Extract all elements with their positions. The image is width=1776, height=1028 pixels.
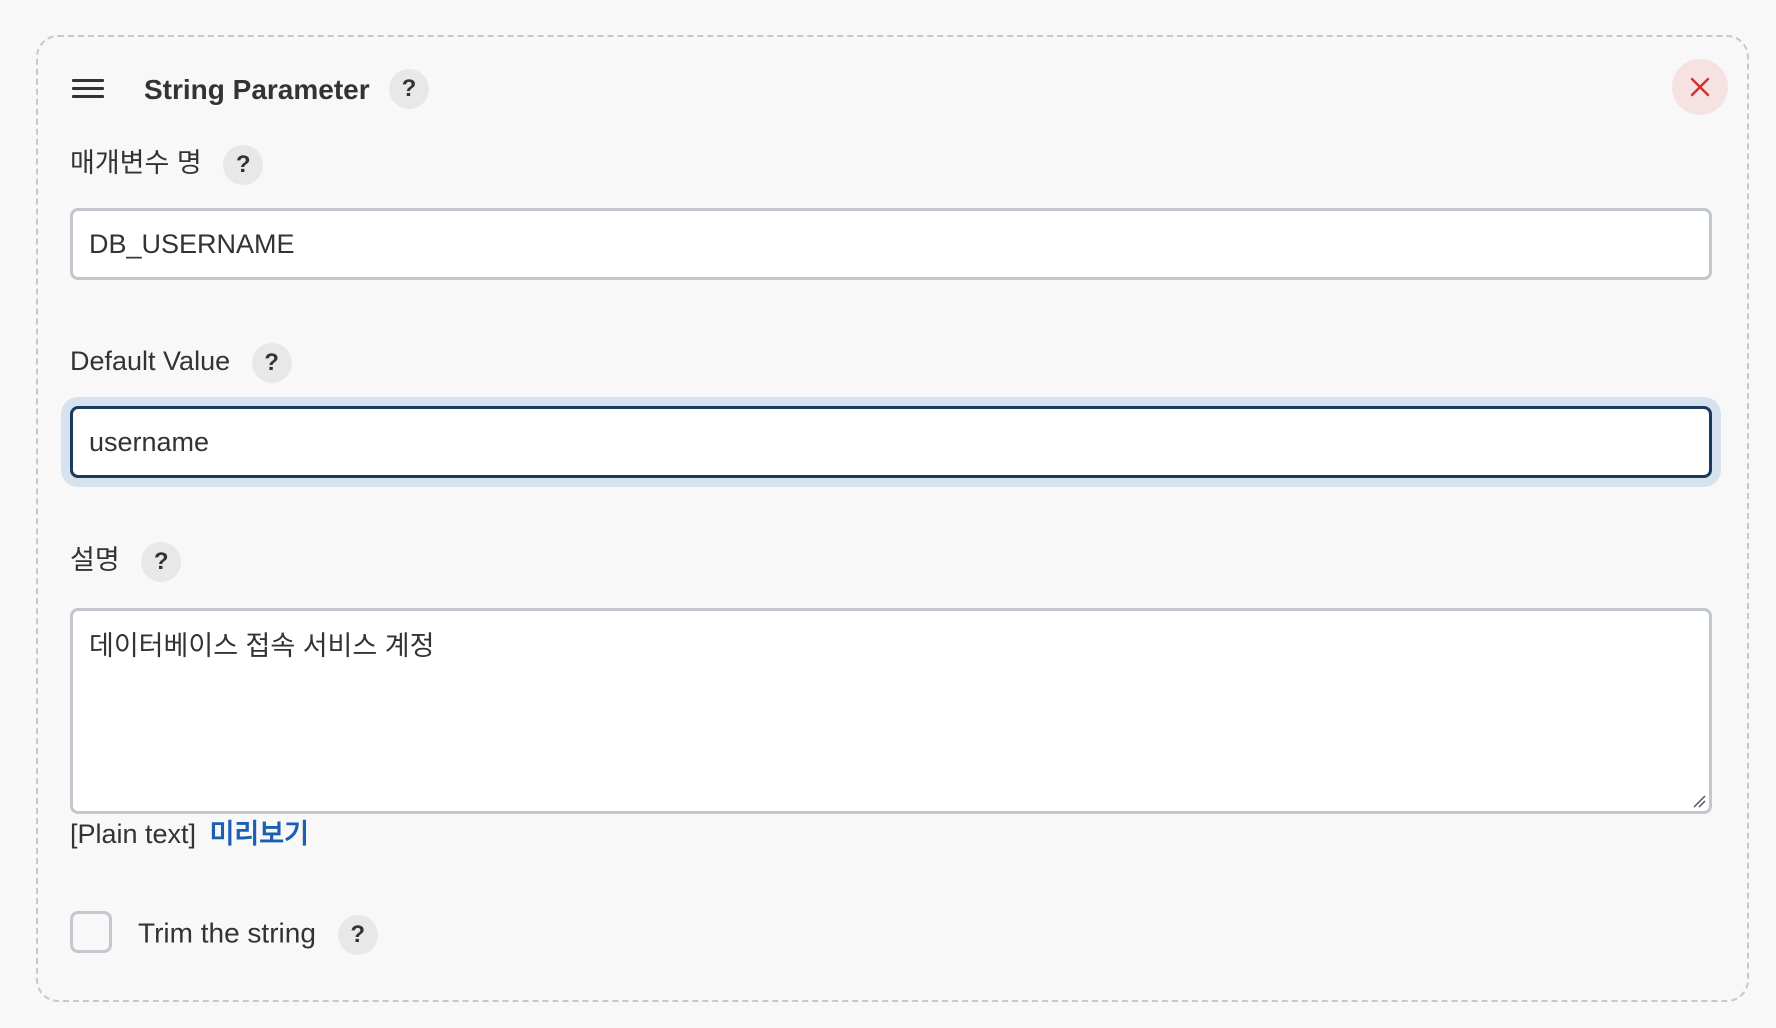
name-field-label: 매개변수 명 ? [70,145,264,185]
default-value-help-icon[interactable]: ? [251,343,292,383]
drag-handle-icon[interactable] [72,79,104,99]
description-label: 설명 ? [70,542,182,582]
default-value-label-text: Default Value [70,346,231,377]
description-label-text: 설명 [70,545,120,576]
default-value-label: Default Value ? [70,343,292,383]
name-help-icon[interactable]: ? [223,145,264,185]
title-help-icon[interactable]: ? [389,69,429,109]
name-input[interactable]: DB_USERNAME [70,208,1712,280]
name-label-text: 매개변수 명 [70,148,202,179]
trim-string-checkbox[interactable] [70,911,112,953]
section-title: String Parameter [144,74,370,105]
trim-string-label: Trim the string ? [138,915,378,955]
trim-string-label-text[interactable]: Trim the string [138,917,316,948]
trim-help-icon[interactable]: ? [337,915,378,955]
markup-preview-row: [Plain text] 미리보기 [70,817,309,851]
delete-parameter-button[interactable] [1672,59,1728,115]
resize-grip-icon[interactable] [1692,794,1706,808]
string-parameter-card: String Parameter ? 매개변수 명 ? DB_USERNAME … [36,35,1749,1002]
close-icon [1690,77,1710,97]
description-text: 데이터베이스 접속 서비스 계정 [89,631,435,661]
markup-format-text: [Plain text] [70,819,197,849]
default-value-input[interactable]: username [70,406,1712,478]
preview-link[interactable]: 미리보기 [210,819,309,849]
description-help-icon[interactable]: ? [141,542,182,582]
card-header: String Parameter ? [38,37,1747,137]
description-textarea[interactable]: 데이터베이스 접속 서비스 계정 [70,608,1712,814]
